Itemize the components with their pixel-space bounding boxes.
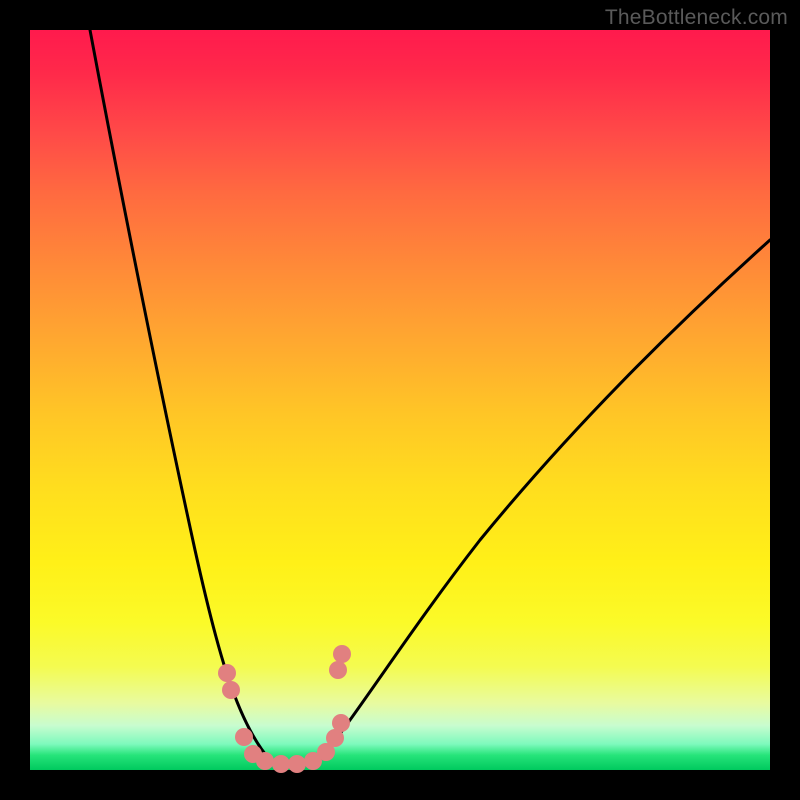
marker-dot — [332, 714, 350, 732]
curve-right-branch — [320, 240, 770, 760]
plot-area — [30, 30, 770, 770]
marker-dot — [222, 681, 240, 699]
bottleneck-curve — [30, 30, 770, 770]
marker-dot — [333, 645, 351, 663]
marker-group — [218, 645, 351, 773]
marker-dot — [329, 661, 347, 679]
marker-dot — [218, 664, 236, 682]
marker-dot — [272, 755, 290, 773]
marker-dot — [288, 755, 306, 773]
curve-left-branch — [90, 30, 270, 760]
marker-dot — [235, 728, 253, 746]
chart-frame: TheBottleneck.com — [0, 0, 800, 800]
marker-dot — [256, 752, 274, 770]
watermark-text: TheBottleneck.com — [605, 6, 788, 30]
